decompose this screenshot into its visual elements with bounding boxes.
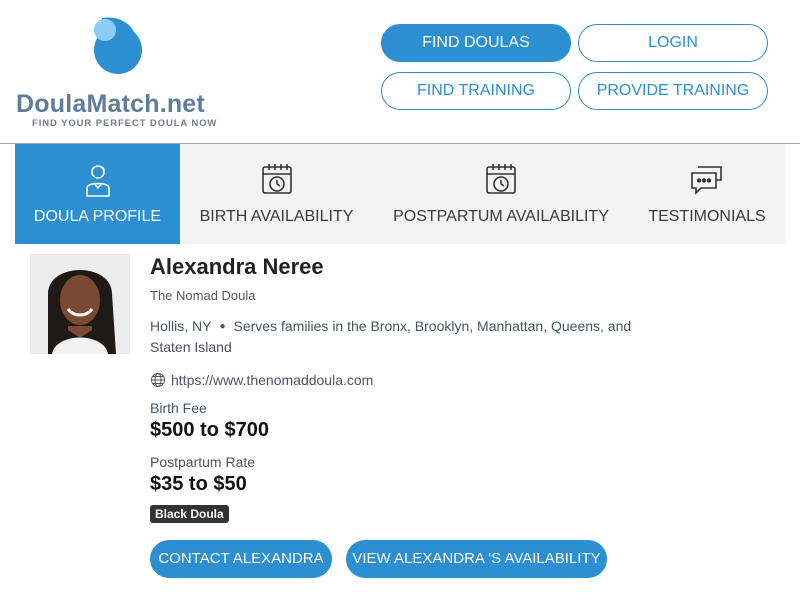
black-doula-badge: Black Doula xyxy=(150,505,229,523)
find-doulas-button[interactable]: FIND DOULAS xyxy=(381,24,571,62)
postpartum-rate-value: $35 to $50 xyxy=(150,473,247,495)
bullet-separator: ● xyxy=(219,321,226,332)
tab-label: TESTIMONIALS xyxy=(648,208,766,225)
find-training-button[interactable]: FIND TRAINING xyxy=(381,72,571,110)
birth-fee-label: Birth Fee xyxy=(150,400,207,416)
globe-icon xyxy=(151,373,165,387)
postpartum-rate-label: Postpartum Rate xyxy=(150,454,256,470)
tab-label: DOULA PROFILE xyxy=(33,208,162,225)
website-link[interactable]: https://www.thenomaddoula.com xyxy=(150,372,373,388)
calendar-clock-icon xyxy=(261,164,292,194)
birth-fee-value: $500 to $700 xyxy=(150,419,269,441)
logo-tagline: FIND YOUR PERFECT DOULA NOW xyxy=(32,118,218,129)
business-name: The Nomad Doula xyxy=(150,288,256,303)
provide-training-button[interactable]: PROVIDE TRAINING xyxy=(578,72,768,110)
tab-testimonials[interactable]: TESTIMONIALS xyxy=(629,144,785,244)
person-icon xyxy=(85,165,110,197)
calendar-clock-icon xyxy=(486,164,516,194)
website-url: https://www.thenomaddoula.com xyxy=(171,372,374,388)
location-info: Hollis, NY ● Serves families in the Bronx,… xyxy=(150,316,650,358)
profile-tabs: DOULA PROFILE BIRTH AVAILABILITY POSTPAR… xyxy=(15,144,785,244)
view-availability-button[interactable]: VIEW ALEXANDRA 'S AVAILABILITY xyxy=(346,540,607,578)
login-button[interactable]: LOGIN xyxy=(578,24,768,62)
tab-label: BIRTH AVAILABILITY xyxy=(199,208,354,225)
chat-bubbles-icon xyxy=(691,166,722,195)
logo-wordmark: DoulaMatch.net xyxy=(16,90,205,118)
tab-birth-availability[interactable]: BIRTH AVAILABILITY xyxy=(180,144,373,244)
tab-postpartum-availability[interactable]: POSTPARTUM AVAILABILITY xyxy=(373,144,629,244)
contact-button[interactable]: CONTACT ALEXANDRA xyxy=(150,540,332,578)
tab-label: POSTPARTUM AVAILABILITY xyxy=(393,208,609,225)
doula-name: Alexandra Neree xyxy=(150,254,324,279)
site-logo[interactable]: DoulaMatch.net FIND YOUR PERFECT DOULA N… xyxy=(16,12,236,132)
tab-doula-profile[interactable]: DOULA PROFILE xyxy=(15,144,180,244)
drop-logo-icon xyxy=(94,17,142,74)
site-header: DoulaMatch.net FIND YOUR PERFECT DOULA N… xyxy=(0,0,800,144)
location: Hollis, NY xyxy=(150,318,212,334)
doula-photo xyxy=(30,254,130,354)
